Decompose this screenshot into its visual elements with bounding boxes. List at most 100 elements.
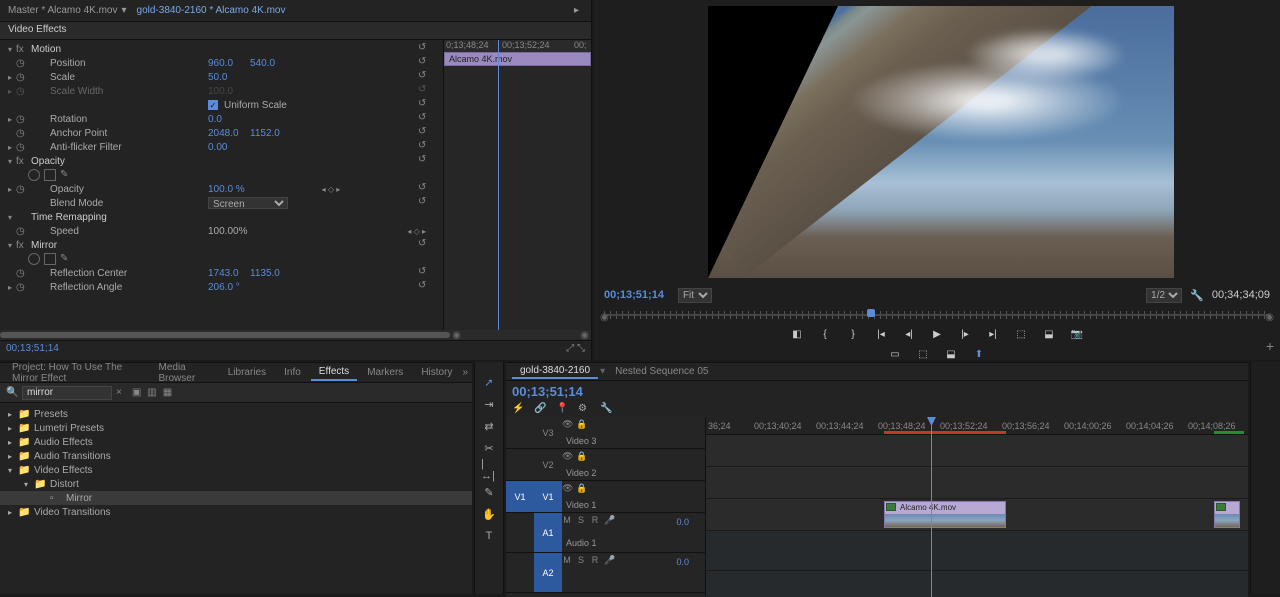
fx-motion-header[interactable]: ▾fx Motion ↺ [4, 42, 436, 56]
resolution-select[interactable]: 1/2 [1146, 288, 1182, 303]
reset-icon[interactable]: ↺ [418, 140, 432, 154]
step-back-icon[interactable]: ◂| [902, 327, 916, 341]
toggle-output-icon[interactable]: 👁 [562, 483, 572, 494]
tree-mirror-effect[interactable]: ▫Mirror [0, 491, 472, 505]
stopwatch-icon[interactable]: ◷ [16, 142, 28, 153]
track-lane-a1[interactable] [706, 531, 1248, 571]
go-to-in-icon[interactable]: |◂ [874, 327, 888, 341]
timeline-ruler[interactable]: 36;24 00;13;40;24 00;13;44;24 00;13;48;2… [706, 417, 1248, 435]
tree-distort[interactable]: ▾📁Distort [0, 477, 472, 491]
32bit-filter-icon[interactable]: ▥ [147, 387, 156, 398]
step-forward-icon[interactable]: |▸ [958, 327, 972, 341]
track-target-a1[interactable]: A1 [534, 513, 562, 552]
snap-icon[interactable]: ⚡ [512, 403, 524, 415]
lift-icon[interactable]: ⬚ [1014, 327, 1028, 341]
reset-icon[interactable]: ↺ [418, 238, 432, 252]
scrub-playhead[interactable] [867, 309, 875, 317]
ec-playhead[interactable] [498, 40, 499, 340]
tab-project[interactable]: Project: How To Use The Mirror Effect [4, 360, 149, 386]
solo-button[interactable]: S [576, 515, 586, 526]
reset-icon[interactable]: ↺ [418, 280, 432, 294]
reset-icon[interactable]: ↺ [418, 84, 432, 98]
play-icon[interactable]: ▶ [930, 327, 944, 341]
stopwatch-icon[interactable]: ◷ [16, 282, 28, 293]
reset-icon[interactable]: ↺ [418, 112, 432, 126]
toggle-output-icon[interactable]: 👁 [562, 451, 572, 462]
reset-icon[interactable]: ↺ [418, 266, 432, 280]
tree-presets[interactable]: ▸📁Presets [0, 407, 472, 421]
track-header-a1[interactable]: A1 M S R 🎤 0.0 Audio 1 [506, 513, 705, 553]
toggle-proxies-icon[interactable]: ⬚ [916, 347, 930, 361]
program-timecode-current[interactable]: 00;13;51;14 [604, 289, 664, 301]
tree-video-transitions[interactable]: ▸📁Video Transitions [0, 505, 472, 519]
track-header-a2[interactable]: A2 M S R 🎤 0.0 [506, 553, 705, 593]
tab-effects[interactable]: Effects [311, 364, 357, 381]
clear-search-icon[interactable]: × [116, 387, 122, 398]
solo-button[interactable]: S [576, 555, 586, 566]
timeline-clip-small[interactable] [1214, 501, 1240, 528]
mute-button[interactable]: M [562, 555, 572, 566]
track-target-v2[interactable]: V2 [534, 460, 562, 470]
tab-info[interactable]: Info [276, 365, 309, 380]
export-frame-icon[interactable]: 📷 [1070, 327, 1084, 341]
breadcrumb-active-clip[interactable]: gold-3840-2160 * Alcamo 4K.mov [137, 5, 286, 16]
tab-media-browser[interactable]: Media Browser [151, 360, 218, 386]
go-to-out-icon[interactable]: ▸| [986, 327, 1000, 341]
stopwatch-icon[interactable]: ◷ [16, 184, 28, 195]
mask-pen-icon[interactable]: ✎ [60, 169, 72, 181]
program-scrub-bar[interactable]: ◉ ◉ [604, 307, 1270, 323]
track-select-tool-icon[interactable]: ⇥ [481, 396, 497, 412]
sequence-tab-gold[interactable]: gold-3840-2160 [512, 364, 598, 379]
fx-time-remapping-header[interactable]: ▾ Time Remapping [4, 210, 436, 224]
mark-clip-icon[interactable]: } [846, 327, 860, 341]
stopwatch-icon[interactable]: ◷ [16, 114, 28, 125]
timeline-timecode[interactable]: 00;13;51;14 [512, 384, 583, 399]
work-area-bar[interactable] [884, 431, 1006, 434]
lock-icon[interactable]: 🔒 [576, 483, 586, 494]
timeline-playhead[interactable] [931, 417, 932, 597]
reset-icon[interactable]: ↺ [418, 154, 432, 168]
tab-libraries[interactable]: Libraries [220, 365, 274, 380]
stopwatch-icon[interactable]: ◷ [16, 268, 28, 279]
track-target-v1[interactable]: V1 [534, 481, 562, 512]
mask-rect-icon[interactable] [44, 169, 56, 181]
track-lane-v3[interactable] [706, 435, 1248, 467]
fx-opacity-header[interactable]: ▾fx Opacity ↺ [4, 154, 436, 168]
track-lane-a2[interactable] [706, 571, 1248, 597]
reset-icon[interactable]: ↺ [418, 182, 432, 196]
pen-tool-icon[interactable]: ✎ [481, 484, 497, 500]
tree-audio-transitions[interactable]: ▸📁Audio Transitions [0, 449, 472, 463]
add-button-icon[interactable]: + [1266, 338, 1274, 354]
scale-value[interactable]: 50.0 [208, 72, 250, 83]
stopwatch-icon[interactable]: ◷ [16, 128, 28, 139]
mask-ellipse-icon[interactable] [28, 169, 40, 181]
work-area-bar-green[interactable] [1214, 431, 1244, 434]
blend-mode-select[interactable]: Screen [208, 197, 288, 209]
track-header-v1[interactable]: V1 V1 👁🔒 Video 1 [506, 481, 705, 513]
antiflicker-value[interactable]: 0.00 [208, 142, 250, 153]
track-header-v2[interactable]: V2 👁🔒 Video 2 [506, 449, 705, 481]
position-x-value[interactable]: 960.0 [208, 58, 250, 69]
linked-selection-icon[interactable]: 🔗 [534, 403, 546, 415]
mask-rect-icon[interactable] [44, 253, 56, 265]
effects-search-input[interactable] [22, 386, 112, 400]
export-icon[interactable]: ⬆ [972, 347, 986, 361]
tree-video-effects[interactable]: ▾📁Video Effects [0, 463, 472, 477]
accelerated-filter-icon[interactable]: ▣ [132, 387, 141, 398]
hand-tool-icon[interactable]: ✋ [481, 506, 497, 522]
record-button[interactable]: R [590, 515, 600, 526]
anchor-x-value[interactable]: 2048.0 [208, 128, 250, 139]
tree-audio-effects[interactable]: ▸📁Audio Effects [0, 435, 472, 449]
record-button[interactable]: R [590, 555, 600, 566]
razor-tool-icon[interactable]: ✂ [481, 440, 497, 456]
track-target-a2[interactable]: A2 [534, 553, 562, 592]
extract-icon[interactable]: ⬓ [1042, 327, 1056, 341]
ripple-edit-tool-icon[interactable]: ⇄ [481, 418, 497, 434]
effect-controls-timeline[interactable]: 0;13;48;24 00;13;52;24 00; Alcamo 4K.mov [443, 40, 591, 340]
reset-icon[interactable]: ↺ [418, 70, 432, 84]
toggle-output-icon[interactable]: 👁 [562, 419, 572, 430]
uniform-scale-checkbox[interactable]: ✓ [208, 100, 218, 110]
yuv-filter-icon[interactable]: ▦ [163, 387, 172, 398]
tab-history[interactable]: History [413, 365, 460, 380]
opacity-value[interactable]: 100.0 % [208, 184, 250, 195]
